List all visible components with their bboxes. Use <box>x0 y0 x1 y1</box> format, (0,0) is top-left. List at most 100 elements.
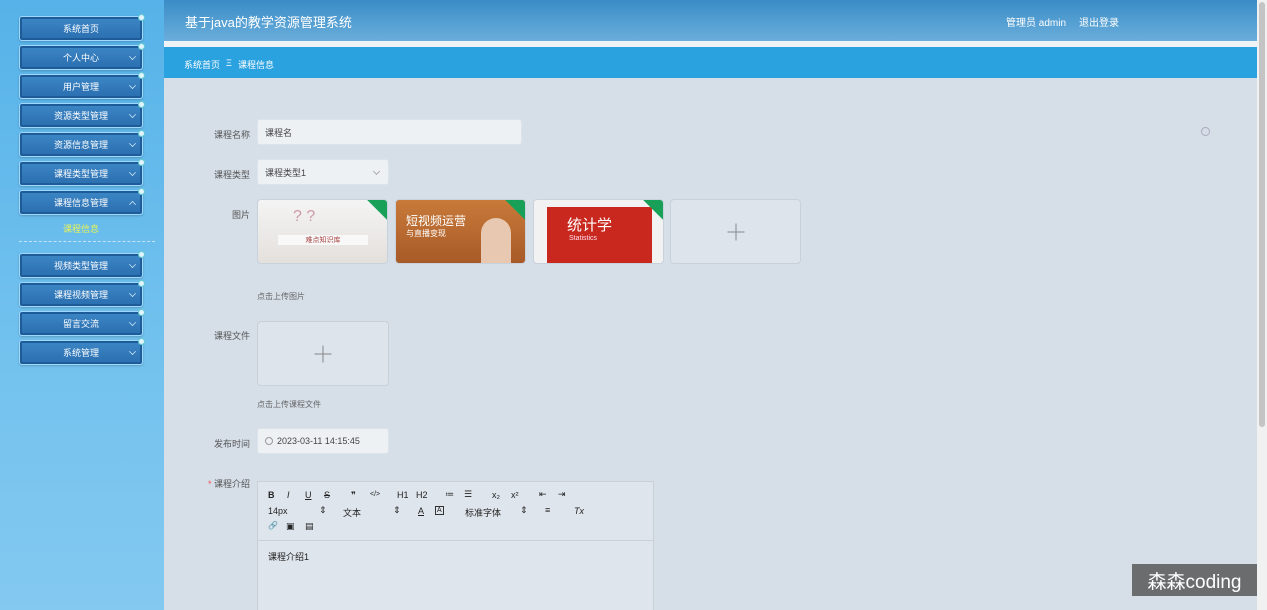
bold-button[interactable]: B <box>268 490 275 500</box>
breadcrumb-current: 课程信息 <box>238 60 275 70</box>
decoration-dot-icon <box>138 72 145 79</box>
person-portrait <box>481 218 511 263</box>
sidebar-item-system[interactable]: 系统管理 <box>19 338 145 365</box>
sidebar: 系统首页 个人中心 用户管理 资源类型管理 资源信息管理 课程类型管理 课程信息… <box>0 0 164 610</box>
course-type-select[interactable]: 课程类型1 <box>257 159 389 185</box>
uploaded-image-1[interactable]: ? ? 难点知识库 <box>257 199 388 264</box>
sidebar-subitem-course-info[interactable]: 课程信息 <box>19 222 143 236</box>
clear-format-button[interactable]: Tx <box>574 506 584 516</box>
align-button[interactable]: ≡ <box>545 505 550 515</box>
background-color-button[interactable]: A <box>435 506 444 515</box>
book-cover: 统计学 Statistics <box>547 207 652 263</box>
heading2-button[interactable]: H2 <box>416 490 428 500</box>
text-type-select[interactable]: 文本 <box>343 506 361 519</box>
subscript-button[interactable]: x₂ <box>492 490 500 500</box>
chevron-down-icon <box>129 53 136 60</box>
sidebar-item-course-types[interactable]: 课程类型管理 <box>19 159 145 186</box>
sidebar-item-label: 系统管理 <box>62 348 99 358</box>
decoration-dot-icon <box>138 43 145 50</box>
course-name-value: 课程名 <box>265 127 293 138</box>
upload-success-badge <box>505 200 525 220</box>
font-color-button[interactable]: A <box>418 506 424 516</box>
image-2-title: 短视频运营 <box>406 214 467 228</box>
underline-button[interactable]: U <box>305 490 312 500</box>
decoration-dot-icon <box>138 159 145 166</box>
upload-success-badge <box>367 200 387 220</box>
decoration-dot-icon <box>138 14 145 21</box>
video-button[interactable]: ▤ <box>305 521 314 532</box>
sidebar-item-label: 系统首页 <box>62 24 99 34</box>
chevron-down-icon <box>129 111 136 118</box>
sidebar-item-label: 用户管理 <box>62 82 99 92</box>
sidebar-item-label: 视频类型管理 <box>53 261 108 271</box>
sidebar-item-messages[interactable]: 留言交流 <box>19 309 145 336</box>
italic-button[interactable]: I <box>287 490 290 500</box>
sidebar-item-profile[interactable]: 个人中心 <box>19 43 145 70</box>
chevron-down-icon <box>129 261 136 268</box>
indent-button[interactable]: ⇥ <box>558 489 566 500</box>
chevron-down-icon <box>372 167 381 176</box>
image-upload-button[interactable] <box>670 199 801 264</box>
decoration-dot-icon <box>138 188 145 195</box>
decoration-dot-icon <box>138 309 145 316</box>
sidebar-item-label: 个人中心 <box>62 53 99 63</box>
logout-link[interactable]: 退出登录 <box>1079 14 1119 29</box>
chevron-down-icon <box>129 290 136 297</box>
info-circle-icon <box>1201 127 1210 136</box>
sidebar-item-course-info[interactable]: 课程信息管理 <box>19 188 145 215</box>
code-block-button[interactable]: </> <box>370 491 380 498</box>
strike-button[interactable]: S <box>324 490 330 500</box>
decoration-dot-icon <box>138 280 145 287</box>
sidebar-item-course-videos[interactable]: 课程视频管理 <box>19 280 145 307</box>
ordered-list-button[interactable]: ≔ <box>445 489 454 500</box>
chevron-updown-icon: ⇕ <box>520 505 528 515</box>
course-name-input[interactable]: 课程名 <box>257 119 522 145</box>
course-type-value: 课程类型1 <box>265 167 307 178</box>
rich-text-editor: B I U S ❞ </> H1 H2 ≔ ☰ x₂ x² ⇤ ⇥ 14px ⇕… <box>257 481 654 610</box>
font-size-select[interactable]: 14px <box>268 506 288 516</box>
image-2-subtitle: 与直播变现 <box>406 229 446 238</box>
publish-time-input[interactable]: 2023-03-11 14:15:45 <box>257 428 389 454</box>
sidebar-item-users[interactable]: 用户管理 <box>19 72 145 99</box>
app-title: 基于java的教学资源管理系统 <box>185 15 352 30</box>
video-watermark: 森森coding <box>1132 564 1257 596</box>
sidebar-item-resource-info[interactable]: 资源信息管理 <box>19 130 145 157</box>
chevron-updown-icon: ⇕ <box>319 505 327 515</box>
blockquote-button[interactable]: ❞ <box>351 490 356 501</box>
decoration-dot-icon <box>138 130 145 137</box>
uploaded-image-2[interactable]: 短视频运营 与直播变现 <box>395 199 526 264</box>
file-upload-button[interactable] <box>257 321 389 386</box>
sidebar-item-label: 资源信息管理 <box>53 140 108 150</box>
current-user: 管理员 admin <box>1006 18 1067 29</box>
outdent-button[interactable]: ⇤ <box>539 489 547 500</box>
course-name-label: 课程名称 <box>213 130 250 140</box>
sidebar-item-label: 课程视频管理 <box>53 290 108 300</box>
chevron-up-icon <box>129 201 136 208</box>
sidebar-item-video-types[interactable]: 视频类型管理 <box>19 251 145 278</box>
decoration-dot-icon <box>138 101 145 108</box>
plus-icon-vertical <box>322 345 324 362</box>
image-button[interactable]: ▣ <box>286 521 295 532</box>
font-family-select[interactable]: 标准字体 <box>465 506 501 519</box>
sidebar-item-label: 课程信息管理 <box>53 198 108 208</box>
heading1-button[interactable]: H1 <box>397 490 409 500</box>
editor-content[interactable]: 课程介绍1 <box>268 550 309 563</box>
bullet-list-button[interactable]: ☰ <box>464 489 472 500</box>
link-button[interactable]: 🔗 <box>268 521 278 530</box>
superscript-button[interactable]: x² <box>511 490 519 500</box>
scrollbar-thumb[interactable] <box>1259 2 1265 427</box>
decoration-dot-icon <box>138 251 145 258</box>
page-scrollbar[interactable] <box>1257 0 1267 610</box>
breadcrumb-home[interactable]: 系统首页 <box>184 58 220 71</box>
chevron-down-icon <box>129 82 136 89</box>
chevron-updown-icon: ⇕ <box>393 505 401 515</box>
clock-icon <box>265 437 273 445</box>
course-intro-label: * 课程介绍 <box>170 477 250 490</box>
publish-time-value: 2023-03-11 14:15:45 <box>277 436 360 446</box>
sidebar-item-home[interactable]: 系统首页 <box>19 14 145 41</box>
sidebar-item-resource-types[interactable]: 资源类型管理 <box>19 101 145 128</box>
uploaded-image-3[interactable]: 统计学 Statistics <box>533 199 664 264</box>
file-upload-hint: 点击上传课程文件 <box>257 400 321 409</box>
sidebar-item-label: 课程类型管理 <box>53 169 108 179</box>
course-file-label: 课程文件 <box>213 331 250 341</box>
